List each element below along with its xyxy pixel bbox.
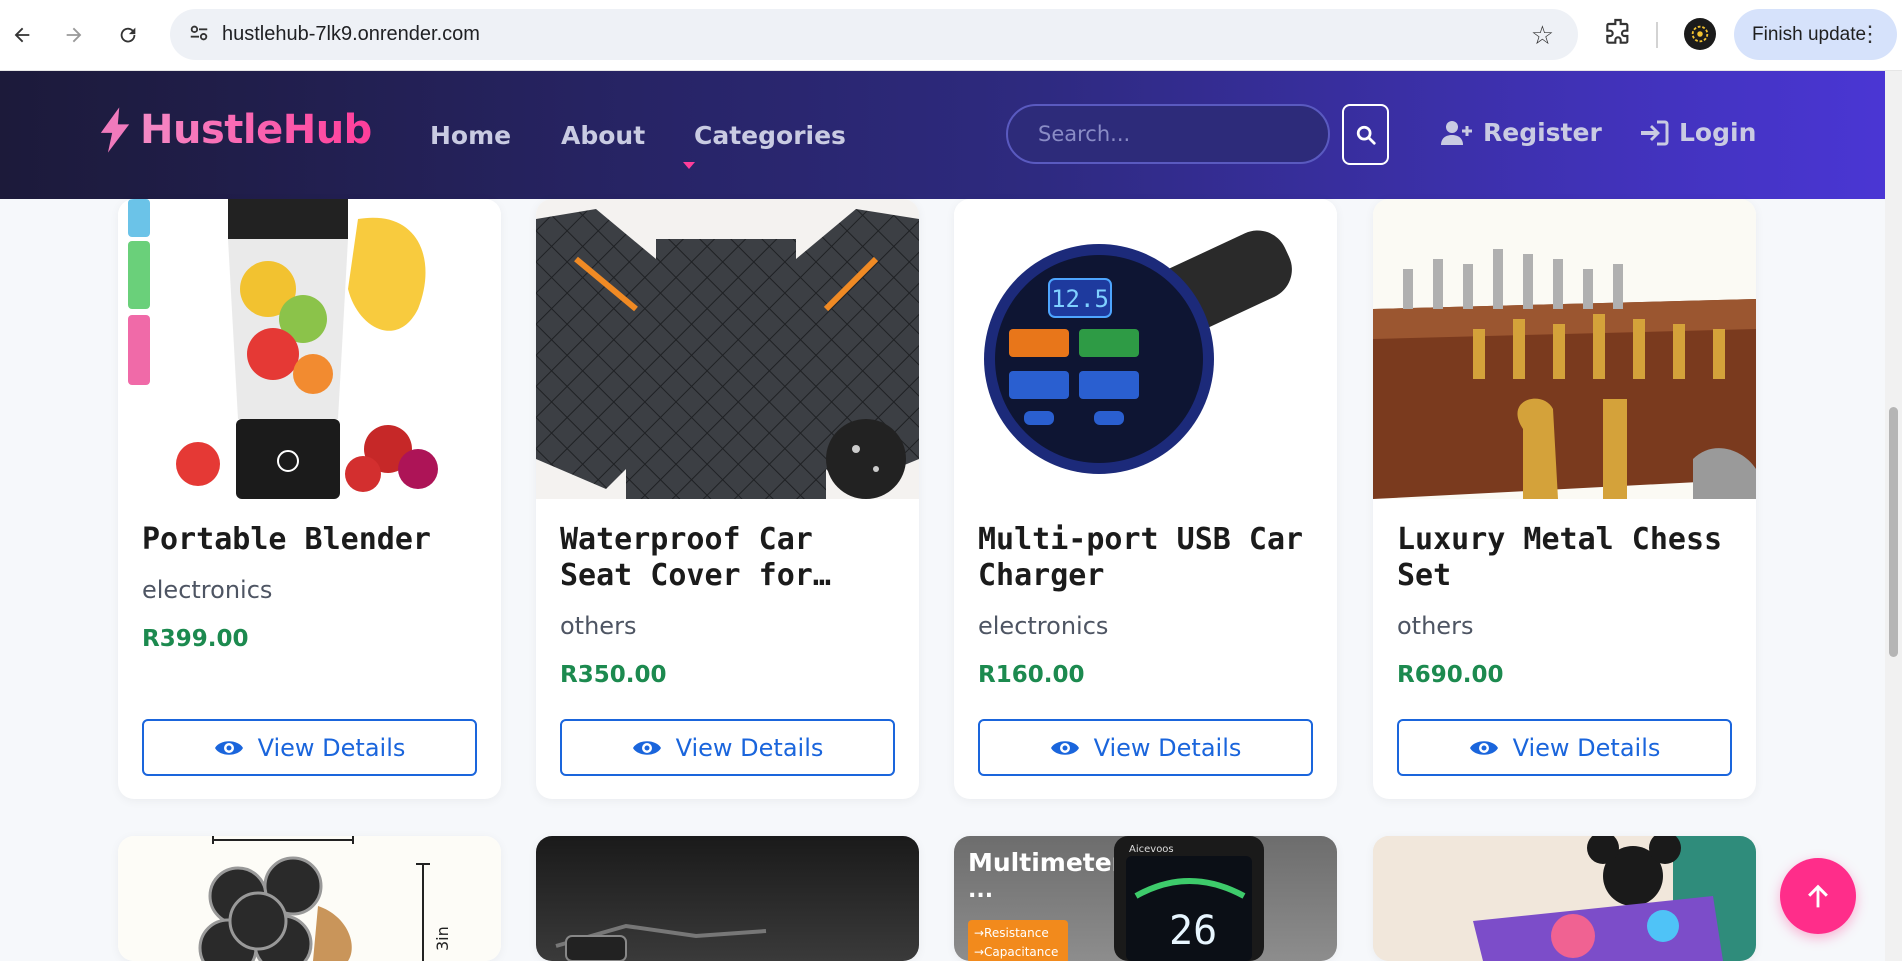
multimeter-brand: Aicevoos [1129,844,1174,855]
login-label: Login [1679,118,1757,147]
browser-toolbar: hustlehub-7lk9.onrender.com ☆ Finish upd… [0,0,1902,71]
bookmark-star-icon[interactable]: ☆ [1531,21,1554,51]
search-input[interactable] [1006,104,1330,164]
product-price: R399.00 [142,626,249,652]
size-label: 3in [433,926,452,951]
product-price: R350.00 [560,662,667,688]
shaver-image[interactable]: 3in [118,836,501,961]
chess-set-image[interactable] [1373,199,1756,499]
register-label: Register [1483,118,1602,147]
product-card[interactable]: Multimeter ... →Resistance →Capacitance … [954,836,1337,961]
product-category: electronics [978,612,1109,640]
categories-dropdown-indicator [683,162,695,169]
finish-update-label: Finish update [1752,23,1867,45]
product-title[interactable]: Multi-port USB Car Charger [978,522,1318,594]
product-price: R690.00 [1397,662,1504,688]
product-category: others [1397,612,1474,640]
product-card[interactable]: Luxury Metal Chess Set others R690.00 Vi… [1373,199,1756,799]
eye-icon [1050,740,1079,755]
eye-icon [214,740,243,755]
view-details-label: View Details [1093,733,1242,762]
view-details-label: View Details [675,733,824,762]
view-details-button[interactable]: View Details [978,719,1313,776]
product-card[interactable]: 12.5 Multi-port USB Car Charger electron… [954,199,1337,799]
site-header: HustleHub Home About Categories Register… [0,71,1885,199]
scrollbar-thumb[interactable] [1889,407,1898,657]
view-details-button[interactable]: View Details [142,719,477,776]
address-bar[interactable]: hustlehub-7lk9.onrender.com ☆ [170,9,1578,60]
logo[interactable]: HustleHub [98,107,372,153]
forward-icon[interactable] [54,15,94,55]
nav-categories[interactable]: Categories [694,121,846,150]
scroll-to-top-button[interactable] [1780,858,1856,934]
eye-icon [632,740,661,755]
usb-charger-image[interactable]: 12.5 [954,199,1337,499]
sign-in-icon [1641,120,1669,145]
user-plus-icon [1441,120,1472,145]
kids-pillow-image[interactable] [1373,836,1756,961]
page-scrollbar[interactable] [1885,71,1902,961]
view-details-label: View Details [257,733,406,762]
product-card[interactable]: Portable Blender electronics R399.00 Vie… [118,199,501,799]
eye-icon [1469,740,1498,755]
product-price: R160.00 [978,662,1085,688]
product-card[interactable]: 3in [118,836,501,961]
finish-update-button[interactable]: Finish update ⋮ [1734,9,1897,60]
sunglasses-image[interactable] [536,836,919,961]
url-text: hustlehub-7lk9.onrender.com [222,23,480,45]
product-category: others [560,612,637,640]
toolbar-divider [1656,22,1658,48]
nav-home[interactable]: Home [430,121,511,150]
blender-image[interactable] [118,199,501,499]
view-details-label: View Details [1512,733,1661,762]
product-card[interactable] [536,836,919,961]
car-seat-cover-image[interactable] [536,199,919,499]
multimeter-reading: 26 [1169,908,1217,954]
product-title[interactable]: Luxury Metal Chess Set [1397,522,1737,594]
search-icon [1356,125,1376,145]
view-details-button[interactable]: View Details [1397,719,1732,776]
logo-text: HustleHub [140,107,372,153]
product-card[interactable] [1373,836,1756,961]
extensions-icon[interactable] [1602,16,1638,52]
product-card[interactable]: Waterproof Car Seat Cover for… others R3… [536,199,919,799]
multimeter-image[interactable]: Multimeter ... →Resistance →Capacitance … [954,836,1337,961]
product-title[interactable]: Waterproof Car Seat Cover for… [560,522,900,594]
view-details-button[interactable]: View Details [560,719,895,776]
kebab-menu-icon[interactable]: ⋮ [1859,23,1881,45]
back-icon[interactable] [2,15,42,55]
product-category: electronics [142,576,273,604]
reload-icon[interactable] [108,15,148,55]
register-link[interactable]: Register [1441,118,1602,147]
nav-about[interactable]: About [561,121,645,150]
product-title[interactable]: Portable Blender [142,522,482,558]
login-link[interactable]: Login [1641,118,1756,147]
profile-avatar[interactable] [1684,18,1716,50]
svg-text:12.5: 12.5 [1051,285,1109,313]
search-button[interactable] [1342,104,1389,165]
lightning-bolt-icon [100,107,130,153]
site-info-icon[interactable] [188,22,210,48]
arrow-up-icon [1808,884,1828,908]
